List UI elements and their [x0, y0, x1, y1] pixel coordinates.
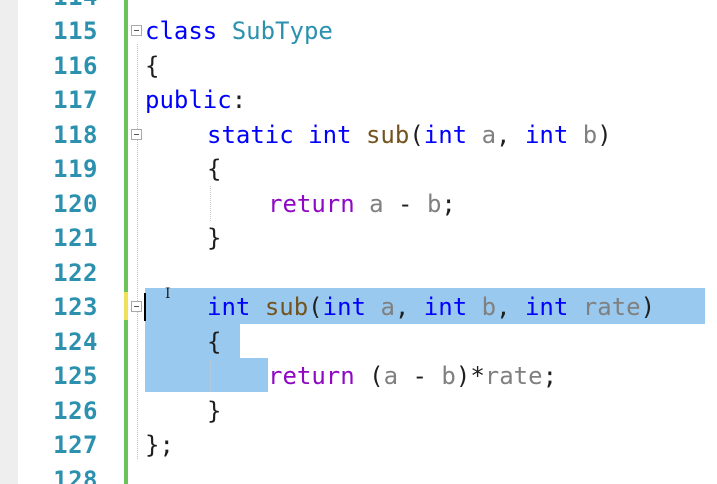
code-text[interactable]: static int sub(int a, int b) [207, 118, 612, 153]
code-text[interactable]: return a - b; [268, 187, 456, 222]
code-editor[interactable]: 114 115 class SubType 116 { 117 public: … [0, 0, 717, 484]
code-text[interactable]: { [207, 325, 221, 360]
code-line[interactable]: 115 class SubType [0, 14, 717, 49]
code-text[interactable]: } [207, 221, 221, 256]
code-text[interactable]: { [145, 49, 159, 84]
line-number: 114 [28, 0, 98, 15]
code-line[interactable]: 119 { [0, 152, 717, 187]
line-number: 120 [53, 189, 98, 218]
line-number: 116 [53, 51, 98, 80]
code-line[interactable]: 121 } [0, 221, 717, 256]
line-number: 126 [53, 396, 98, 425]
code-text[interactable]: int sub(int a, int b, int rate) [207, 290, 655, 325]
code-line[interactable]: 117 public: [0, 83, 717, 118]
code-line[interactable]: 116 { [0, 49, 717, 84]
text-caret [144, 293, 146, 321]
code-line[interactable]: 126 } [0, 394, 717, 429]
line-number: 125 [53, 362, 98, 390]
line-number: 122 [53, 258, 98, 287]
minus-in-square-icon[interactable] [131, 25, 142, 36]
code-text[interactable]: }; [145, 428, 174, 463]
code-text[interactable]: class SubType [145, 14, 333, 49]
i-beam-cursor-icon: I [165, 286, 171, 302]
line-number: 123 [53, 293, 98, 321]
code-text[interactable]: return (a - b)*rate; [268, 359, 557, 394]
code-text[interactable]: public: [145, 83, 246, 118]
code-line[interactable]: 128 [0, 463, 717, 484]
code-line[interactable]: 127 }; [0, 428, 717, 463]
line-number: 128 [53, 465, 98, 484]
code-text[interactable]: } [207, 394, 221, 429]
minus-in-square-icon[interactable] [131, 128, 142, 140]
line-number: 117 [53, 86, 98, 114]
line-number: 127 [53, 431, 98, 459]
code-line[interactable]: 125 return (a - b)*rate; [0, 359, 717, 394]
code-text[interactable]: { [207, 152, 221, 187]
code-line[interactable]: 124 { [0, 325, 717, 360]
line-number: 115 [53, 17, 98, 45]
code-line[interactable]: 118 static int sub(int a, int b) [0, 118, 717, 153]
line-number: 119 [53, 155, 98, 183]
minus-in-square-icon[interactable] [131, 301, 142, 312]
code-line[interactable]: 123 int sub(int a, int b, int rate) [0, 290, 717, 325]
code-line[interactable]: 120 return a - b; [0, 187, 717, 222]
code-line[interactable]: 122 [0, 256, 717, 291]
code-line[interactable]: 114 [0, 0, 717, 15]
line-number: 118 [53, 120, 98, 149]
line-number: 124 [53, 327, 98, 356]
line-number: 121 [53, 224, 98, 252]
